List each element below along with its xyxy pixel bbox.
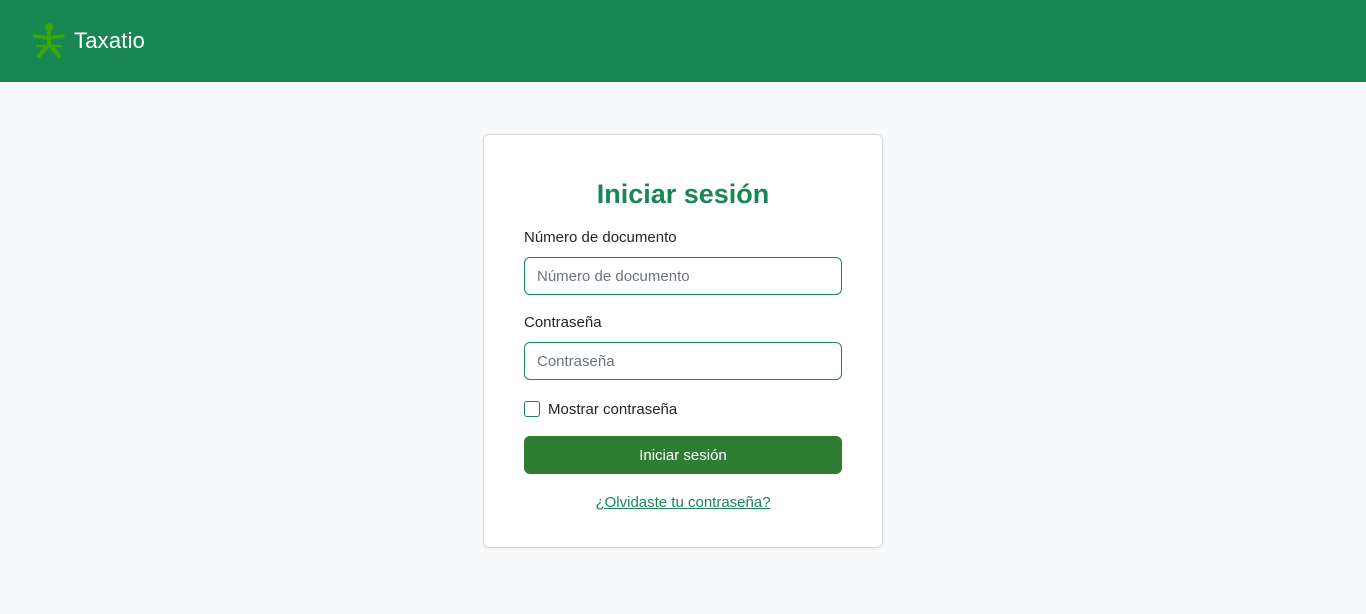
brand-link[interactable]: Taxatio xyxy=(30,22,145,60)
password-input[interactable] xyxy=(524,342,842,380)
forgot-password-row: ¿Olvidaste tu contraseña? xyxy=(524,493,842,513)
show-password-toggle[interactable]: Mostrar contraseña xyxy=(524,399,842,419)
login-card: Iniciar sesión Número de documento Contr… xyxy=(483,134,883,548)
top-navbar: Taxatio xyxy=(0,0,1366,82)
brand-name: Taxatio xyxy=(74,28,146,53)
show-password-label: Mostrar contraseña xyxy=(548,400,678,418)
login-title: Iniciar sesión xyxy=(596,179,770,209)
show-password-checkbox[interactable] xyxy=(524,401,540,417)
login-submit-button[interactable]: Iniciar sesión xyxy=(524,436,842,474)
password-label: Contraseña xyxy=(524,314,602,331)
document-number-label: Número de documento xyxy=(524,229,677,246)
document-number-input[interactable] xyxy=(524,257,842,295)
forgot-password-link[interactable]: ¿Olvidaste tu contraseña? xyxy=(595,494,770,511)
sena-logo-icon xyxy=(30,22,68,60)
